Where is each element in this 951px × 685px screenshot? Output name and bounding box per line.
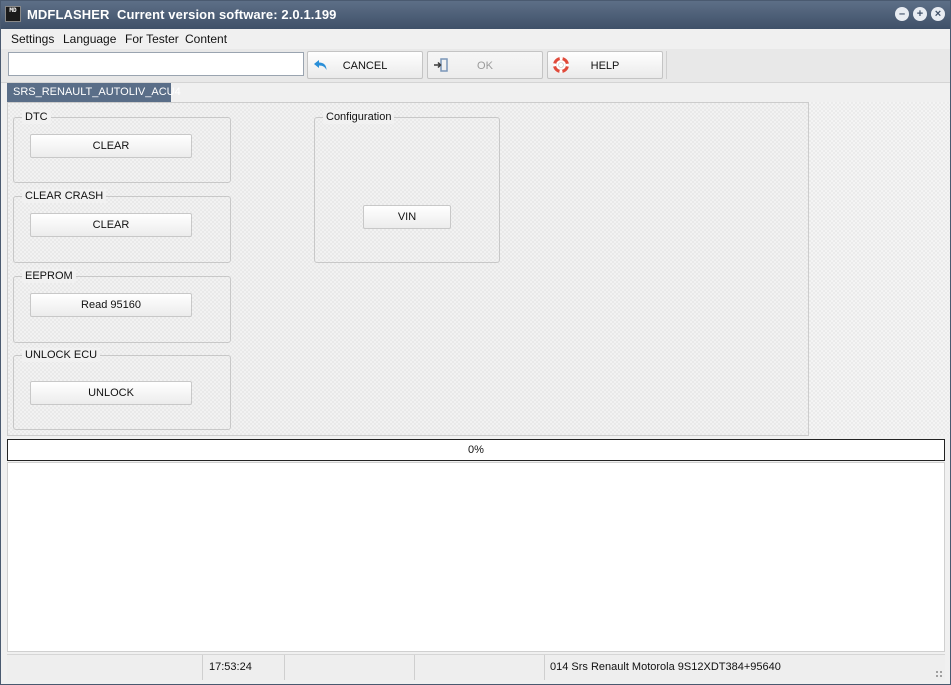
- menu-settings[interactable]: Settings: [11, 32, 54, 46]
- unlock-ecu-group-title: UNLOCK ECU: [22, 348, 101, 362]
- configuration-group: Configuration VIN: [314, 110, 500, 263]
- progress-bar: 0%: [7, 439, 945, 461]
- function-panel: DTC CLEAR CLEAR CRASH CLEAR EEPROM Read …: [7, 102, 809, 436]
- cancel-button[interactable]: CANCEL: [307, 51, 423, 79]
- read-eeprom-button[interactable]: Read 95160: [30, 293, 192, 317]
- title-bar[interactable]: MD MDFLASHER Current version software: 2…: [1, 1, 950, 29]
- ok-label: OK: [477, 60, 493, 72]
- status-time: 17:53:24: [209, 661, 252, 673]
- tab-srs-renault-autoliv-acu4[interactable]: SRS_RENAULT_AUTOLIV_ACU4: [7, 83, 181, 102]
- window-title: MDFLASHER Current version software: 2.0.…: [27, 7, 336, 22]
- toolbar: CANCEL OK HELP: [1, 49, 950, 83]
- status-cell-3: [285, 655, 415, 680]
- status-cell-1: [7, 655, 203, 680]
- close-icon[interactable]: ×: [931, 7, 945, 21]
- eeprom-group-title: EEPROM: [22, 269, 76, 283]
- log-output[interactable]: [7, 462, 945, 652]
- vin-button[interactable]: VIN: [363, 205, 451, 229]
- clear-crash-group: CLEAR CRASH CLEAR: [13, 189, 231, 263]
- help-label: HELP: [590, 60, 620, 72]
- app-version-title: Current version software: 2.0.1.199: [116, 7, 337, 22]
- tab-label: SRS_RENAULT_AUTOLIV_ACU4: [13, 86, 181, 98]
- status-bar: 17:53:24 014 Srs Renault Motorola 9S12XD…: [7, 654, 945, 680]
- help-button[interactable]: HELP: [547, 51, 663, 79]
- minimize-icon[interactable]: –: [895, 7, 909, 21]
- cancel-label: CANCEL: [342, 60, 388, 72]
- unlock-button[interactable]: UNLOCK: [30, 381, 192, 405]
- right-empty-area: [809, 102, 950, 436]
- status-device: 014 Srs Renault Motorola 9S12XDT384+9564…: [550, 661, 781, 673]
- menu-for-tester[interactable]: For Tester: [125, 32, 179, 46]
- menu-content[interactable]: Content: [185, 32, 227, 46]
- status-cell-device: 014 Srs Renault Motorola 9S12XDT384+9564…: [545, 655, 945, 680]
- app-window: MD MDFLASHER Current version software: 2…: [0, 0, 951, 685]
- resize-grip-icon[interactable]: [935, 670, 943, 678]
- eeprom-group: EEPROM Read 95160: [13, 269, 231, 343]
- maximize-icon[interactable]: +: [913, 7, 927, 21]
- configuration-group-title: Configuration: [323, 110, 395, 124]
- dtc-group-title: DTC: [22, 110, 51, 124]
- dtc-group: DTC CLEAR: [13, 110, 231, 183]
- unlock-ecu-group: UNLOCK ECU UNLOCK: [13, 348, 231, 430]
- toolbar-separator: [666, 51, 667, 79]
- status-cell-time: 17:53:24: [203, 655, 285, 680]
- menu-language[interactable]: Language: [63, 32, 116, 46]
- app-logo-text: MD: [9, 7, 17, 14]
- dtc-clear-button[interactable]: CLEAR: [30, 134, 192, 158]
- command-input[interactable]: [8, 52, 304, 76]
- menu-bar: Settings Language For Tester Content: [1, 29, 950, 49]
- app-logo-icon: MD: [5, 6, 21, 22]
- app-name: MDFLASHER: [27, 7, 110, 22]
- clear-crash-group-title: CLEAR CRASH: [22, 189, 107, 203]
- clear-crash-button[interactable]: CLEAR: [30, 213, 192, 237]
- ok-button[interactable]: OK: [427, 51, 543, 79]
- status-cell-4: [415, 655, 545, 680]
- progress-label: 0%: [468, 444, 484, 456]
